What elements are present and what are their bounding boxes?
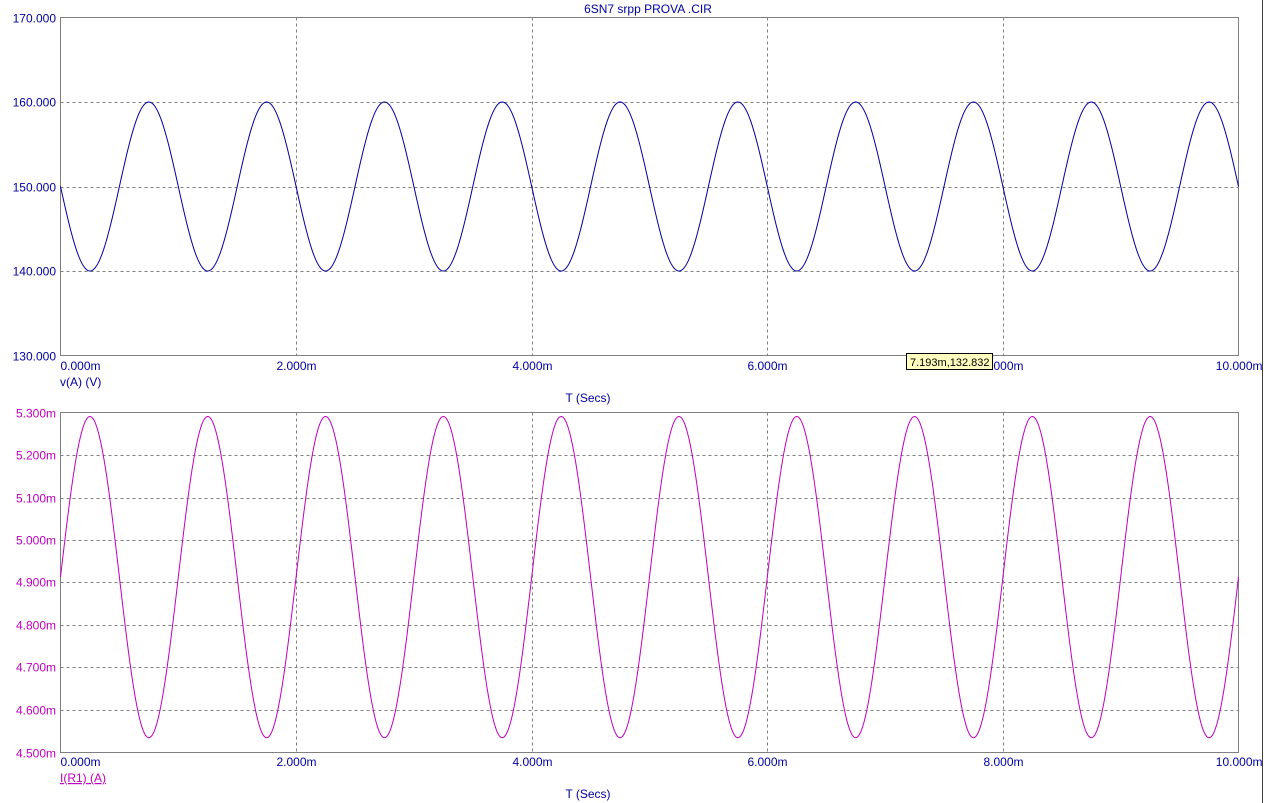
- current-y-tick-label: 4.500m: [16, 747, 56, 761]
- current-y-tick-label: 4.900m: [16, 576, 56, 590]
- current-y-tick-label: 5.000m: [16, 534, 56, 548]
- current-y-tick-label: 5.300m: [16, 407, 56, 421]
- cursor-tooltip-text: 7.193m,132.832: [910, 357, 990, 369]
- current-y-tick-label: 4.800m: [16, 619, 56, 633]
- analysis-plot-window[interactable]: 6SN7 srpp PROVA .CIR 170.000 160.000 150.0…: [0, 0, 1267, 803]
- voltage-axis-label[interactable]: v(A) (V): [60, 375, 101, 389]
- current-y-tick-label: 5.100m: [16, 492, 56, 506]
- current-y-tick-label: 5.200m: [16, 449, 56, 463]
- current-axis-label[interactable]: I(R1) (A): [60, 771, 106, 785]
- current-x-tick-label: 8.000m: [983, 755, 1023, 769]
- voltage-x-tick-label: 10.000m: [1216, 359, 1263, 373]
- current-x-tick-label: 0.000m: [61, 755, 101, 769]
- voltage-x-axis-title: T (Secs): [565, 391, 610, 405]
- current-x-axis-title: T (Secs): [565, 787, 610, 801]
- current-plot[interactable]: 5.300m 5.200m 5.100m 5.000m 4.900m 4.800m 4.70…: [16, 407, 1263, 802]
- voltage-x-tick-label: 4.000m: [512, 359, 552, 373]
- voltage-plot[interactable]: 6SN7 srpp PROVA .CIR 170.000 160.000 150.0…: [13, 2, 1263, 405]
- current-x-tick-label: 2.000m: [276, 755, 316, 769]
- voltage-x-tick-label: 6.000m: [747, 359, 787, 373]
- current-x-tick-label: 10.000m: [1216, 755, 1263, 769]
- voltage-y-tick-label: 130.000: [13, 350, 57, 364]
- voltage-x-tick-label: 0.000m: [61, 359, 101, 373]
- current-y-tick-label: 4.600m: [16, 704, 56, 718]
- voltage-waveform-line: [60, 101, 1239, 272]
- voltage-y-tick-label: 140.000: [13, 265, 57, 279]
- current-waveform-line: [60, 415, 1239, 739]
- voltage-y-tick-label: 150.000: [13, 181, 57, 195]
- voltage-x-tick-label: 2.000m: [276, 359, 316, 373]
- voltage-y-tick-label: 170.000: [13, 12, 57, 26]
- current-y-tick-label: 4.700m: [16, 661, 56, 675]
- cursor-tooltip: 7.193m,132.832: [906, 353, 993, 370]
- current-x-tick-label: 6.000m: [747, 755, 787, 769]
- plot-title: 6SN7 srpp PROVA .CIR: [584, 2, 712, 16]
- voltage-y-tick-label: 160.000: [13, 96, 57, 110]
- current-x-tick-label: 4.000m: [512, 755, 552, 769]
